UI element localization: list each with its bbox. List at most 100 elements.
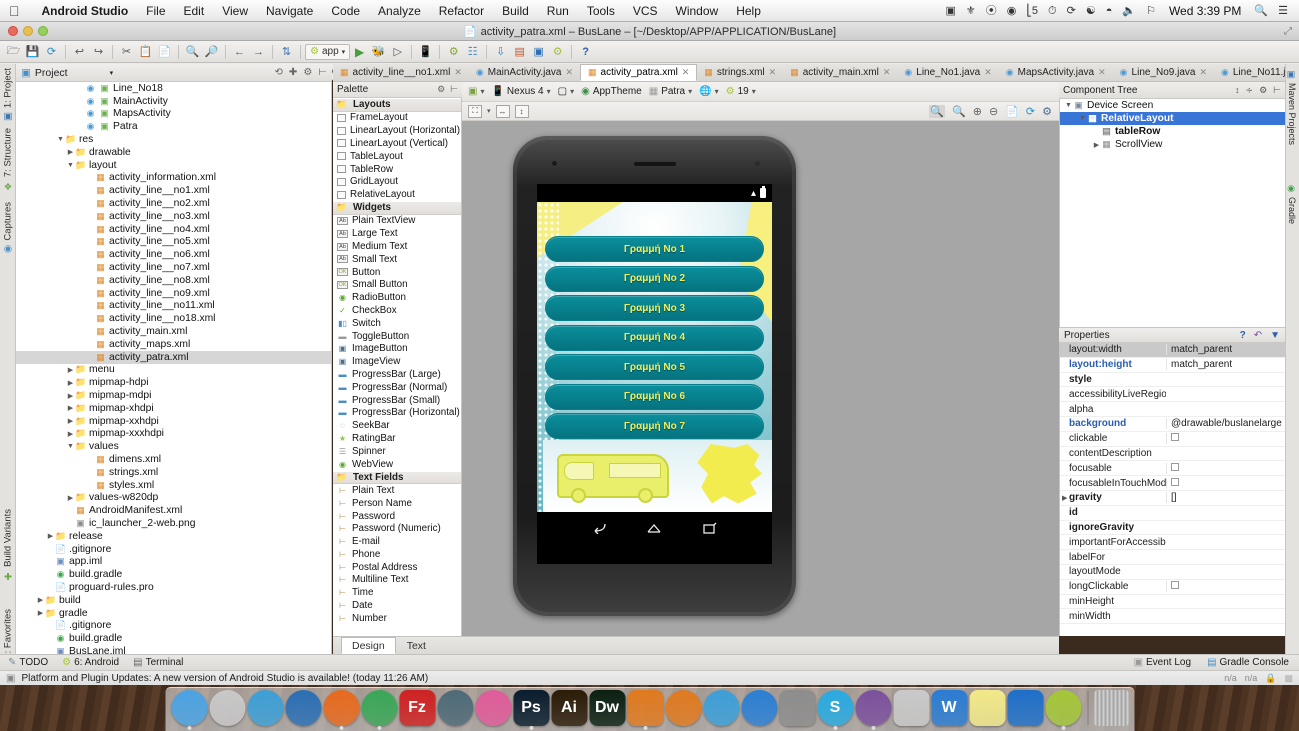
menu-item-analyze[interactable]: Analyze bbox=[369, 0, 430, 22]
project-panel-title-group[interactable]: ▣ Project ▾ bbox=[21, 67, 113, 79]
project-tree-row[interactable]: ▦ activity_line__no2.xml bbox=[16, 197, 331, 210]
home-nav-icon[interactable] bbox=[646, 522, 662, 537]
tree-expander[interactable]: ▶ bbox=[66, 430, 75, 438]
dock-app-system-preferences[interactable] bbox=[779, 690, 815, 726]
palette-item[interactable]: ▬ ToggleButton bbox=[333, 330, 461, 343]
palette-item[interactable]: ⊢ Number bbox=[333, 612, 461, 625]
settings-icon[interactable]: ⚙ bbox=[1042, 105, 1052, 118]
undo-icon[interactable]: ↩ bbox=[70, 43, 89, 61]
dock-app-finder[interactable] bbox=[171, 690, 207, 730]
property-row[interactable]: labelFor bbox=[1060, 550, 1285, 565]
palette-item[interactable]: Ab Large Text bbox=[333, 227, 461, 240]
palette-item[interactable]: ✓ CheckBox bbox=[333, 304, 461, 317]
search-icon[interactable]: 🔍 bbox=[1254, 0, 1268, 22]
menubar-clock[interactable]: Wed 3:39 PM bbox=[1169, 4, 1241, 18]
run-button[interactable]: ▶ bbox=[350, 43, 369, 61]
settings-icon[interactable]: ⚙ bbox=[437, 84, 445, 95]
dock-app-illustrator[interactable]: Ai bbox=[551, 690, 587, 726]
dock-app-app-store[interactable] bbox=[741, 690, 777, 726]
property-checkbox[interactable] bbox=[1171, 462, 1179, 471]
palette-item[interactable]: ⊢ E-mail bbox=[333, 535, 461, 548]
wifi-icon[interactable]: ◓ bbox=[1106, 0, 1113, 22]
project-tree-row[interactable]: ▶ 📁 build bbox=[16, 594, 331, 607]
menu-item-code[interactable]: Code bbox=[322, 0, 369, 22]
palette-item[interactable]: TableRow bbox=[333, 163, 461, 176]
tree-expander[interactable]: ▼ bbox=[56, 136, 65, 143]
tree-expander[interactable]: ▶ bbox=[66, 494, 75, 502]
avd-manager-icon[interactable]: ⚙ bbox=[444, 43, 463, 61]
zoom-fit-icon[interactable]: ⛶ bbox=[468, 104, 482, 118]
dock-app-android-studio[interactable] bbox=[1045, 690, 1081, 730]
property-checkbox[interactable] bbox=[1171, 581, 1179, 590]
settings-icon[interactable]: ⚙ bbox=[303, 67, 312, 78]
project-tree-row[interactable]: ◉ ▣ Line_No18 bbox=[16, 82, 331, 95]
close-icon[interactable]: ✕ bbox=[454, 67, 462, 78]
editor-tab[interactable]: ◉ Line_No9.java ✕ bbox=[1113, 64, 1214, 81]
navigate-forward-icon[interactable]: → bbox=[249, 43, 268, 61]
dock-app-winrar[interactable] bbox=[703, 690, 739, 726]
project-tree-row[interactable]: ▶ 📁 mipmap-xxhdpi bbox=[16, 415, 331, 428]
property-expander[interactable]: ▶ bbox=[1062, 494, 1067, 502]
menu-item-window[interactable]: Window bbox=[667, 0, 728, 22]
flag-icon[interactable]: ⚐ bbox=[1146, 0, 1156, 22]
project-tree-row[interactable]: ▦ activity_information.xml bbox=[16, 172, 331, 185]
dock-app-stickies[interactable] bbox=[969, 690, 1005, 726]
line-button[interactable]: Γραμμή No 3 bbox=[545, 295, 764, 321]
navigate-back-icon[interactable]: ← bbox=[230, 43, 249, 61]
toolwindow-terminal[interactable]: ▤ Terminal bbox=[133, 657, 183, 668]
project-tree-row[interactable]: ▦ activity_main.xml bbox=[16, 325, 331, 338]
project-tree-row[interactable]: ▦ strings.xml bbox=[16, 466, 331, 479]
volume-icon[interactable]: 🔈 bbox=[1122, 0, 1136, 22]
tree-expander[interactable]: ▶ bbox=[66, 148, 75, 156]
toolwindow-event-log[interactable]: ▣ Event Log bbox=[1134, 657, 1192, 668]
property-value[interactable]: [] bbox=[1166, 492, 1285, 504]
tree-expander[interactable]: ▶ bbox=[66, 417, 75, 425]
eye-icon[interactable]: ◉ bbox=[1007, 0, 1017, 22]
line-button[interactable]: Γραμμή No 4 bbox=[545, 324, 764, 351]
gradle-sync-icon[interactable]: ▣ bbox=[529, 43, 548, 61]
project-tree-row[interactable]: ▦ styles.xml bbox=[16, 479, 331, 492]
palette-group-header[interactable]: 📁 Widgets bbox=[333, 201, 461, 215]
status-message[interactable]: Platform and Plugin Updates: A new versi… bbox=[21, 673, 428, 684]
open-folder-icon[interactable]: 🗁 bbox=[4, 43, 23, 61]
project-tree-row[interactable]: ▦ activity_line__no9.xml bbox=[16, 287, 331, 300]
locale-selector[interactable]: 🌐 ▾ bbox=[699, 86, 718, 97]
redo-icon[interactable]: ↪ bbox=[89, 43, 108, 61]
android-device-icon[interactable]: ⚙ bbox=[548, 43, 567, 61]
device-config-button[interactable]: ▣ ▾ bbox=[468, 86, 484, 97]
zoom-out-icon[interactable]: ⊖ bbox=[989, 105, 998, 118]
device-screen[interactable]: ▴ Γραμμή No 1 Γραμμή No 2 Γραμμή No 3 Γρ… bbox=[537, 184, 772, 564]
project-tree-row[interactable]: ◉ build.gradle bbox=[16, 632, 331, 645]
menu-item-view[interactable]: View bbox=[213, 0, 257, 22]
notification-center-icon[interactable]: ☰ bbox=[1278, 0, 1288, 22]
property-value[interactable] bbox=[1166, 581, 1285, 593]
property-row[interactable]: clickable bbox=[1060, 432, 1285, 447]
recents-nav-icon[interactable] bbox=[702, 522, 718, 537]
debug-attach-icon[interactable]: ▷ bbox=[388, 43, 407, 61]
theme-selector[interactable]: ◉ AppTheme bbox=[581, 86, 642, 97]
activity-selector[interactable]: ▦ Patra ▾ bbox=[649, 86, 692, 97]
component-tree-node[interactable]: ▤ tableRow bbox=[1060, 125, 1285, 138]
property-row[interactable]: layout:height match_parent bbox=[1060, 358, 1285, 373]
menu-item-edit[interactable]: Edit bbox=[175, 0, 214, 22]
palette-item[interactable]: OK Button bbox=[333, 266, 461, 279]
paste-icon[interactable]: 📄 bbox=[155, 43, 174, 61]
project-tree-row[interactable]: ▦ activity_patra.xml bbox=[16, 350, 331, 364]
dock-app-teamviewer[interactable] bbox=[1007, 690, 1043, 726]
help-icon[interactable]: ? bbox=[1240, 330, 1246, 341]
menu-item-navigate[interactable]: Navigate bbox=[257, 0, 322, 22]
component-tree-node[interactable]: ▶ ▦ ScrollView bbox=[1060, 138, 1285, 151]
project-tree-row[interactable]: 📄 proguard-rules.pro bbox=[16, 581, 331, 594]
palette-item[interactable]: Ab Medium Text bbox=[333, 240, 461, 253]
property-row[interactable]: minHeight bbox=[1060, 595, 1285, 610]
menu-item-vcs[interactable]: VCS bbox=[624, 0, 667, 22]
stats-icon[interactable]: ⎣5 bbox=[1026, 0, 1038, 22]
api-level-selector[interactable]: ⚙ 19 ▾ bbox=[726, 86, 756, 97]
lock-icon[interactable]: 🔒 bbox=[1265, 673, 1276, 684]
tree-expander[interactable]: ▶ bbox=[46, 532, 55, 540]
replace-icon[interactable]: 🔎 bbox=[202, 43, 221, 61]
property-row[interactable]: focusableInTouchMode bbox=[1060, 476, 1285, 491]
project-tree-row[interactable]: 📄 .gitignore bbox=[16, 619, 331, 632]
menu-item-file[interactable]: File bbox=[137, 0, 174, 22]
zoom-actual-icon[interactable]: 🔍 bbox=[929, 104, 946, 118]
